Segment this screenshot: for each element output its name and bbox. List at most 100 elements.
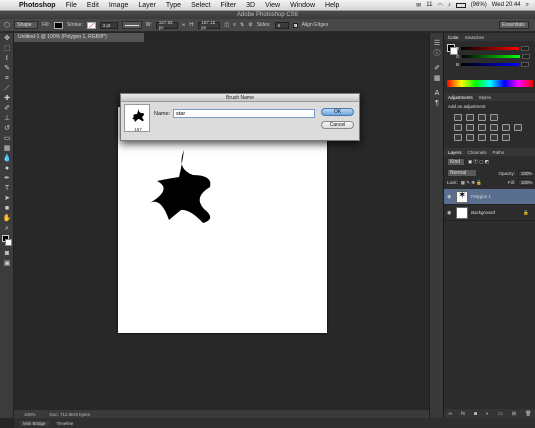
eyedropper-tool-icon[interactable]: ⟋ (2, 84, 12, 93)
doc-size[interactable]: Doc: 712.9K/0 bytes (50, 412, 91, 417)
menu-app-name[interactable]: Photoshop (14, 0, 61, 11)
brush-presets-icon[interactable]: ▦ (432, 74, 442, 83)
paragraph-panel-icon[interactable]: ¶ (432, 99, 442, 108)
stroke-swatch[interactable] (86, 21, 96, 29)
menu-filter[interactable]: Filter (216, 0, 242, 11)
menu-3d[interactable]: 3D (241, 0, 260, 11)
exposure-icon[interactable] (490, 114, 498, 121)
eye-icon[interactable]: ◉ (447, 210, 453, 216)
blend-mode-select[interactable]: Normal (447, 169, 477, 177)
width-field[interactable]: 157.93 px (155, 20, 178, 30)
tab-mini-bridge[interactable]: Mini Bridge (20, 420, 49, 426)
cancel-button[interactable]: Cancel (321, 121, 354, 129)
layer-kind-select[interactable]: Kind (447, 158, 465, 166)
menu-image[interactable]: Image (104, 0, 133, 11)
history-panel-icon[interactable]: ☰ (432, 39, 442, 48)
photo-filter-icon[interactable] (502, 124, 510, 131)
menu-window[interactable]: Window (285, 0, 320, 11)
trash-icon[interactable]: 🗑 (525, 411, 531, 417)
color-balance-icon[interactable] (478, 124, 486, 131)
tab-adjustments[interactable]: Adjustments (448, 95, 473, 100)
zoom-tool-icon[interactable]: ⌕ (2, 224, 12, 233)
threshold-icon[interactable] (478, 134, 486, 141)
path-align-icon[interactable]: ≡ (233, 22, 236, 28)
menu-select[interactable]: Select (186, 0, 215, 11)
posterize-icon[interactable] (466, 134, 474, 141)
shape-mode-select[interactable]: Shape (14, 21, 39, 29)
workspace-select[interactable]: Essentials (499, 21, 529, 29)
polygon-tool-icon[interactable]: ⬡ (4, 21, 10, 29)
add-mask-icon[interactable]: ◙ (474, 411, 477, 417)
crop-tool-icon[interactable]: ⌗ (2, 74, 12, 83)
pen-tool-icon[interactable]: ✒ (2, 174, 12, 183)
path-ops-icon[interactable]: ◫ (224, 22, 229, 28)
stroke-type-select[interactable] (121, 21, 142, 29)
fill-field[interactable]: 100% (518, 179, 533, 186)
brush-panel-icon[interactable]: ✐ (432, 64, 442, 73)
spotlight-search-icon[interactable]: ⌕ (526, 2, 529, 9)
clone-stamp-tool-icon[interactable]: ⊥ (2, 114, 12, 123)
new-adjustment-icon[interactable]: ◐ (486, 411, 489, 417)
layer-name-background[interactable]: Background (471, 210, 495, 215)
link-icon[interactable]: ∞ (182, 22, 186, 28)
sides-field[interactable]: 6 (274, 21, 289, 29)
type-tool-icon[interactable]: T (2, 184, 12, 193)
screen-mode-icon[interactable]: ▣ (2, 259, 12, 268)
brightness-contrast-icon[interactable] (454, 114, 462, 121)
red-slider[interactable] (461, 46, 520, 50)
ok-button[interactable]: OK (321, 108, 354, 116)
curves-icon[interactable] (478, 114, 486, 121)
eye-icon[interactable]: ◉ (447, 194, 453, 200)
link-layers-icon[interactable]: ∞ (449, 411, 453, 417)
selective-color-icon[interactable] (490, 134, 498, 141)
tab-channels[interactable]: Channels (468, 150, 487, 155)
color-spectrum[interactable] (447, 80, 533, 87)
app-badge-icon[interactable]: ✉ (416, 2, 421, 9)
brush-tool-icon[interactable]: ✐ (2, 104, 12, 113)
menu-view[interactable]: View (260, 0, 285, 11)
filter-icons[interactable]: ▣ Ⓣ ▢ ◩ (468, 159, 489, 165)
layer-row-background[interactable]: ◉ Background 🔒 (444, 205, 535, 221)
gradient-map-icon[interactable] (502, 134, 510, 141)
invert-icon[interactable] (454, 134, 462, 141)
tab-color[interactable]: Color (448, 35, 459, 40)
fx-icon[interactable]: fx (461, 411, 465, 417)
tab-layers[interactable]: Layers (448, 150, 462, 155)
layer-name-polygon[interactable]: Polygon 1 (471, 194, 491, 199)
channel-mixer-icon[interactable] (514, 124, 522, 131)
tab-styles[interactable]: Styles (479, 95, 491, 100)
zoom-level[interactable]: 100% (24, 412, 36, 417)
blue-slider[interactable] (461, 62, 520, 66)
tab-timeline[interactable]: Timeline (57, 421, 74, 426)
dodge-tool-icon[interactable]: ● (2, 164, 12, 173)
tab-swatches[interactable]: Swatches (465, 35, 485, 40)
height-field[interactable]: 167.15 px (198, 20, 221, 30)
layer-thumb-polygon[interactable]: ✶ (456, 190, 468, 203)
shape-tool-icon[interactable]: ■ (2, 204, 12, 213)
gear-icon[interactable]: ⚙ (248, 22, 252, 28)
brush-name-input[interactable] (173, 109, 315, 118)
lasso-tool-icon[interactable]: ℓ (2, 54, 12, 63)
properties-panel-icon[interactable]: ⓘ (432, 49, 442, 58)
new-group-icon[interactable]: ▭ (498, 411, 503, 417)
path-select-tool-icon[interactable]: ➤ (2, 194, 12, 203)
green-slider[interactable] (461, 54, 520, 58)
red-value[interactable] (521, 45, 530, 51)
menu-file[interactable]: File (61, 0, 82, 11)
battery-icon[interactable] (455, 2, 466, 8)
quick-mask-icon[interactable]: ◙ (2, 249, 12, 258)
layer-thumb-background[interactable] (456, 206, 468, 219)
opacity-field[interactable]: 100% (518, 169, 533, 177)
blur-tool-icon[interactable]: 💧 (2, 154, 12, 163)
hand-tool-icon[interactable]: ✋ (2, 214, 12, 223)
path-arrange-icon[interactable]: ⇅ (240, 22, 244, 28)
new-layer-icon[interactable]: ⊞ (512, 411, 516, 417)
hue-saturation-icon[interactable] (466, 124, 474, 131)
volume-icon[interactable]: ♪ (448, 2, 451, 8)
gradient-tool-icon[interactable]: ▦ (2, 144, 12, 153)
history-brush-tool-icon[interactable]: ↺ (2, 124, 12, 133)
move-tool-icon[interactable]: ✥ (2, 34, 12, 43)
background-color-icon[interactable] (5, 239, 12, 246)
marquee-tool-icon[interactable]: ⬚ (2, 44, 12, 53)
clock[interactable]: Wed 20:44 (492, 2, 521, 8)
